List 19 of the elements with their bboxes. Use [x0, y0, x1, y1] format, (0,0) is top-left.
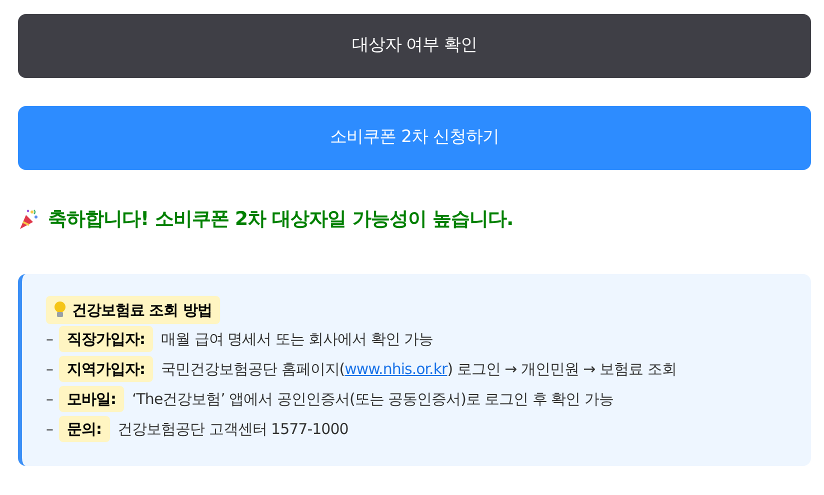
- item-text: 매월 급여 명세서 또는 회사에서 확인 가능: [161, 328, 434, 350]
- website-link[interactable]: www.nhis.or.kr: [344, 360, 448, 378]
- list-dash: –: [46, 328, 53, 350]
- party-popper-icon: [18, 208, 40, 230]
- item-label: 모바일:: [59, 386, 124, 412]
- list-dash: –: [46, 388, 53, 410]
- lightbulb-icon: [54, 301, 66, 319]
- item-label: 문의:: [59, 416, 110, 442]
- item-label: 지역가입자:: [59, 356, 153, 382]
- info-title: 건강보험료 조회 방법: [46, 296, 220, 324]
- item-text: 국민건강보험공단 홈페이지(www.nhis.or.kr) 로그인 → 개인민원 → 보험료 조회: [161, 358, 676, 380]
- apply-button[interactable]: 소비쿠폰 2차 신청하기: [18, 106, 811, 170]
- list-dash: –: [46, 358, 53, 380]
- item-text: 건강보험공단 고객센터 1577-1000: [118, 418, 348, 440]
- success-message: 축하합니다! 소비쿠폰 2차 대상자일 가능성이 높습니다.: [48, 206, 514, 232]
- item-text: ‘The건강보험’ 앱에서 공인인증서(또는 공동인증서)로 로그인 후 확인 가능: [132, 388, 614, 410]
- check-button[interactable]: 대상자 여부 확인: [18, 14, 811, 78]
- item-label: 직장가입자:: [59, 326, 153, 352]
- list-dash: –: [46, 418, 53, 440]
